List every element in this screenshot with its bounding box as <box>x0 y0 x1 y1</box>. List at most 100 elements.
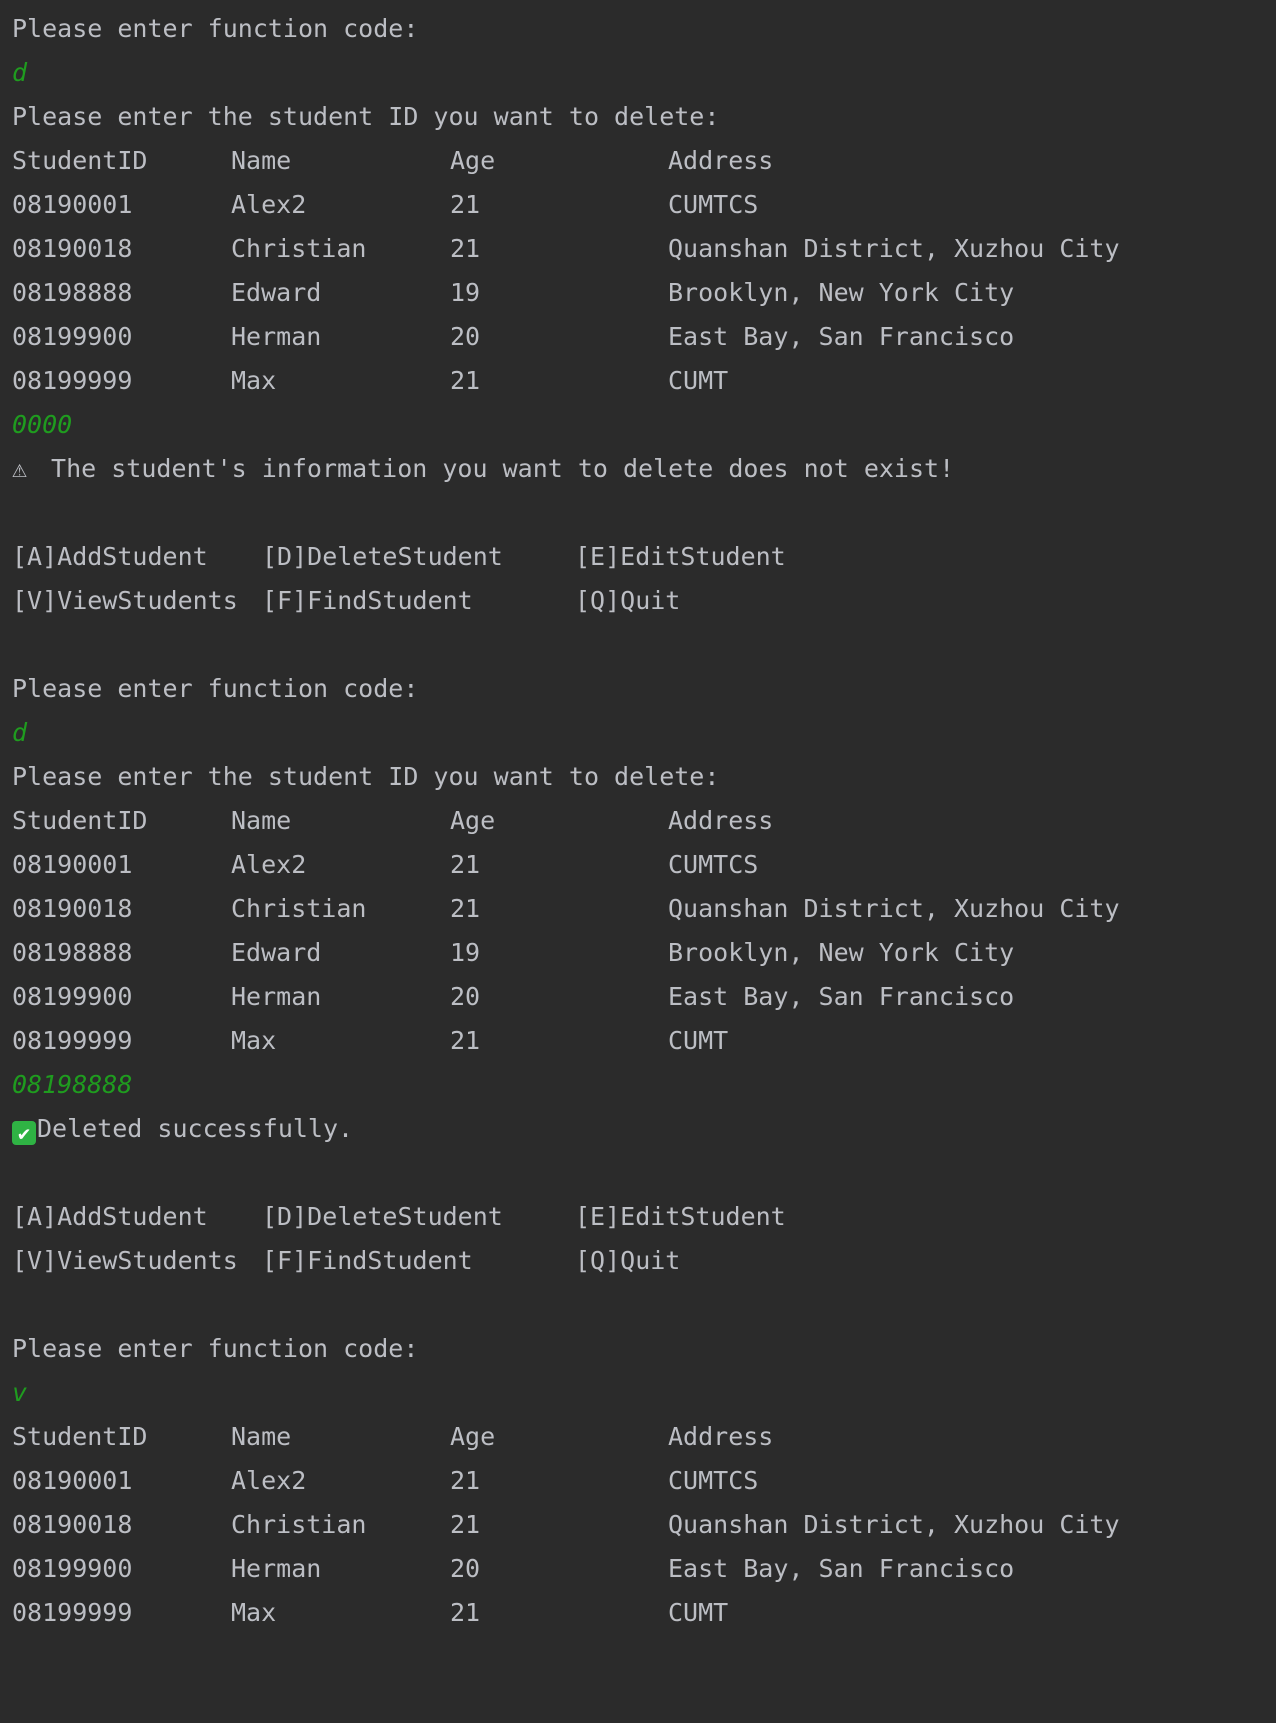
table-header: StudentID Name Age Address <box>12 139 1262 183</box>
menu-add-student: [A]AddStudent <box>12 542 208 571</box>
cell-studentid: 08190001 <box>12 850 133 879</box>
cell-name: Edward <box>231 938 322 967</box>
table-row: 08190018 Christian 21 Quanshan District, Xu… <box>12 887 1262 931</box>
table-row: 08199900 Herman 20 East Bay, San Francisco <box>12 1547 1262 1591</box>
table-header: StudentID Name Age Address <box>12 799 1262 843</box>
menu-view-students: [V]ViewStudents <box>12 586 238 615</box>
cell-name: Christian <box>231 234 367 263</box>
cell-studentid: 08198888 <box>12 278 133 307</box>
cell-age: 19 <box>450 278 481 307</box>
cell-age: 21 <box>450 1026 481 1055</box>
cell-studentid: 08199900 <box>12 322 133 351</box>
header-studentid: StudentID <box>12 146 148 175</box>
header-name: Name <box>231 806 292 835</box>
table-row: 08190001 Alex2 21 CUMTCS <box>12 183 1262 227</box>
cell-studentid: 08198888 <box>12 938 133 967</box>
user-input-student-id: 08198888 <box>12 1070 133 1099</box>
cell-age: 21 <box>450 894 481 923</box>
header-address: Address <box>668 806 774 835</box>
menu-delete-student: [D]DeleteStudent <box>262 1202 503 1231</box>
menu-row: [A]AddStudent [D]DeleteStudent [E]EditStud… <box>12 535 1262 579</box>
header-address: Address <box>668 1422 774 1451</box>
header-age: Age <box>450 146 496 175</box>
table-row: 08199900 Herman 20 East Bay, San Francisco <box>12 975 1262 1019</box>
menu-row: [A]AddStudent [D]DeleteStudent [E]EditStud… <box>12 1195 1262 1239</box>
cell-studentid: 08190018 <box>12 1510 133 1539</box>
cell-address: Quanshan District, Xuzhou City <box>668 1510 1120 1539</box>
cell-studentid: 08190001 <box>12 190 133 219</box>
cell-studentid: 08199999 <box>12 1026 133 1055</box>
function-code-prompt: Please enter function code: <box>12 14 419 43</box>
menu-add-student: [A]AddStudent <box>12 1202 208 1231</box>
user-input-function-code: v <box>12 1378 28 1407</box>
cell-age: 20 <box>450 982 481 1011</box>
cell-address: East Bay, San Francisco <box>668 982 1015 1011</box>
cell-name: Christian <box>231 1510 367 1539</box>
function-code-prompt: Please enter function code: <box>12 674 419 703</box>
cell-address: Brooklyn, New York City <box>668 278 1015 307</box>
cell-studentid: 08199999 <box>12 366 133 395</box>
cell-studentid: 08190018 <box>12 894 133 923</box>
cell-name: Max <box>231 1026 277 1055</box>
table-row: 08190001 Alex2 21 CUMTCS <box>12 1459 1262 1503</box>
table-header: StudentID Name Age Address <box>12 1415 1262 1459</box>
menu-view-students: [V]ViewStudents <box>12 1246 238 1275</box>
menu-edit-student: [E]EditStudent <box>575 1202 786 1231</box>
cell-address: Brooklyn, New York City <box>668 938 1015 967</box>
menu-quit: [Q]Quit <box>575 586 681 615</box>
cell-age: 21 <box>450 1466 481 1495</box>
table-row: 08198888 Edward 19 Brooklyn, New York City <box>12 271 1262 315</box>
cell-name: Alex2 <box>231 1466 307 1495</box>
warning-icon: ⚠ <box>12 454 28 483</box>
cell-address: CUMTCS <box>668 1466 759 1495</box>
cell-address: Quanshan District, Xuzhou City <box>668 234 1120 263</box>
user-input-function-code: d <box>12 718 28 747</box>
cell-name: Edward <box>231 278 322 307</box>
delete-prompt: Please enter the student ID you want to … <box>12 102 720 131</box>
table-row: 08198888 Edward 19 Brooklyn, New York City <box>12 931 1262 975</box>
cell-name: Max <box>231 366 277 395</box>
cell-name: Max <box>231 1598 277 1627</box>
check-icon: ✔ <box>12 1121 36 1145</box>
header-name: Name <box>231 1422 292 1451</box>
menu-row: [V]ViewStudents [F]FindStudent [Q]Quit <box>12 579 1262 623</box>
menu-find-student: [F]FindStudent <box>262 586 473 615</box>
menu-row: [V]ViewStudents [F]FindStudent [Q]Quit <box>12 1239 1262 1283</box>
cell-name: Alex2 <box>231 190 307 219</box>
table-row: 08190018 Christian 21 Quanshan District, Xu… <box>12 1503 1262 1547</box>
cell-address: Quanshan District, Xuzhou City <box>668 894 1120 923</box>
cell-name: Alex2 <box>231 850 307 879</box>
success-message-text: Deleted successfully. <box>37 1114 354 1143</box>
user-input-function-code: d <box>12 58 28 87</box>
cell-studentid: 08199900 <box>12 982 133 1011</box>
cell-address: CUMTCS <box>668 190 759 219</box>
cell-address: East Bay, San Francisco <box>668 322 1015 351</box>
table-row: 08199999 Max 21 CUMT <box>12 1019 1262 1063</box>
cell-name: Herman <box>231 1554 322 1583</box>
cell-age: 21 <box>450 850 481 879</box>
cell-studentid: 08199999 <box>12 1598 133 1627</box>
header-address: Address <box>668 146 774 175</box>
table-row: 08199999 Max 21 CUMT <box>12 1591 1262 1635</box>
cell-name: Herman <box>231 322 322 351</box>
user-input-student-id: 0000 <box>12 410 73 439</box>
cell-name: Christian <box>231 894 367 923</box>
cell-address: CUMT <box>668 1026 729 1055</box>
cell-studentid: 08190001 <box>12 1466 133 1495</box>
cell-age: 21 <box>450 234 481 263</box>
cell-address: East Bay, San Francisco <box>668 1554 1015 1583</box>
function-code-prompt: Please enter function code: <box>12 1334 419 1363</box>
cell-age: 21 <box>450 366 481 395</box>
cell-age: 21 <box>450 190 481 219</box>
header-age: Age <box>450 806 496 835</box>
header-studentid: StudentID <box>12 1422 148 1451</box>
error-message-text: The student's information you want to de… <box>36 454 955 483</box>
cell-studentid: 08199900 <box>12 1554 133 1583</box>
cell-age: 19 <box>450 938 481 967</box>
cell-address: CUMTCS <box>668 850 759 879</box>
menu-edit-student: [E]EditStudent <box>575 542 786 571</box>
console-output: Please enter function code: d Please ent… <box>12 7 1262 1635</box>
